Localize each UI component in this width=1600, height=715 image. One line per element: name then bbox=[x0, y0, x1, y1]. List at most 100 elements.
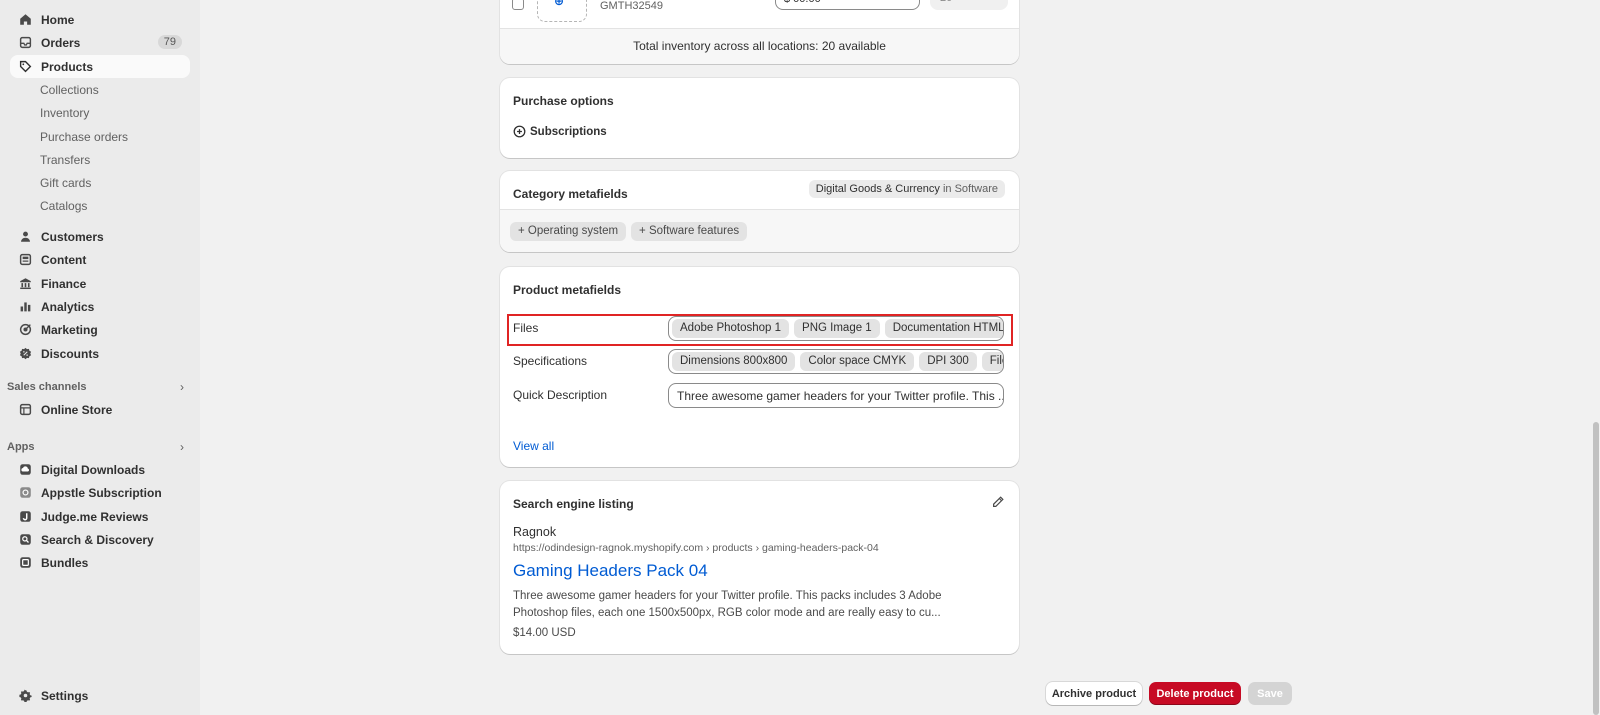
variant-checkbox[interactable] bbox=[512, 0, 524, 10]
purchase-options-title: Purchase options bbox=[513, 94, 614, 108]
nav-app-digital-downloads[interactable]: Digital Downloads bbox=[10, 458, 190, 481]
category-parent: in Software bbox=[939, 183, 998, 195]
bank-icon bbox=[18, 277, 32, 291]
nav-app-judgeme[interactable]: Judge.me Reviews bbox=[10, 505, 190, 528]
appstle-icon bbox=[18, 486, 32, 500]
nav-online-store-label: Online Store bbox=[41, 402, 113, 417]
nav-orders-label: Orders bbox=[41, 35, 81, 50]
nav-analytics-label: Analytics bbox=[41, 299, 95, 314]
nav-settings[interactable]: Settings bbox=[10, 684, 190, 707]
person-icon bbox=[18, 230, 32, 244]
content-icon bbox=[18, 253, 32, 267]
nav-app-appstle[interactable]: Appstle Subscription bbox=[10, 481, 190, 504]
chevron-right-icon[interactable]: › bbox=[180, 440, 184, 454]
add-image-icon: ⊕ bbox=[554, 0, 565, 8]
orders-count-badge: 79 bbox=[157, 35, 182, 49]
sidebar-item-catalogs[interactable]: Catalogs bbox=[40, 196, 87, 216]
nav-content-label: Content bbox=[41, 252, 87, 267]
nav-app-label: Appstle Subscription bbox=[41, 485, 162, 500]
spec-pill[interactable]: Color space CMYK bbox=[800, 352, 915, 371]
bar-chart-icon bbox=[18, 300, 32, 314]
nav-customers[interactable]: Customers bbox=[10, 225, 190, 248]
seo-title: Search engine listing bbox=[513, 497, 634, 511]
quick-description-label: Quick Description bbox=[513, 388, 608, 402]
nav-products-label: Products bbox=[41, 59, 94, 74]
category-badge: Digital Goods & Currency in Software bbox=[808, 180, 1005, 198]
chevron-right-icon[interactable]: › bbox=[180, 380, 184, 394]
seo-store-name: Ragnok bbox=[513, 525, 557, 539]
nav-app-search-discovery[interactable]: Search & Discovery bbox=[10, 528, 190, 551]
plus-icon: + bbox=[518, 225, 528, 237]
category-name: Digital Goods & Currency bbox=[815, 183, 940, 195]
sidebar-item-collections[interactable]: Collections bbox=[40, 80, 99, 100]
nav-app-label: Search & Discovery bbox=[41, 532, 154, 547]
metafield-row-quick-description: Quick Description Three awesome gamer he… bbox=[508, 381, 1011, 409]
specifications-label: Specifications bbox=[513, 354, 588, 368]
sidebar-item-transfers[interactable]: Transfers bbox=[40, 150, 90, 170]
seo-card: Search engine listing Ragnok https://odi… bbox=[500, 481, 1019, 654]
nav-app-label: Judge.me Reviews bbox=[41, 509, 149, 524]
nav-content[interactable]: Content bbox=[10, 248, 190, 271]
discount-icon bbox=[18, 347, 32, 361]
cloud-download-icon bbox=[18, 463, 32, 477]
specifications-field[interactable]: Dimensions 800x800 Color space CMYK DPI 30… bbox=[668, 349, 1004, 374]
sidebar-item-purchase-orders[interactable]: Purchase orders bbox=[40, 127, 128, 147]
category-metafields-title: Category metafields bbox=[513, 187, 628, 201]
nav-products[interactable]: Products bbox=[10, 55, 190, 78]
purchase-options-card: Purchase options Subscriptions bbox=[500, 78, 1019, 158]
spec-pill[interactable]: Dimensions 800x800 bbox=[672, 352, 796, 371]
sidebar-item-gift-cards[interactable]: Gift cards bbox=[40, 173, 91, 193]
nav-online-store[interactable]: Online Store bbox=[10, 398, 190, 421]
nav-marketing[interactable]: Marketing bbox=[10, 318, 190, 341]
product-metafields-card: Product metafields Files Adobe Photoshop… bbox=[500, 267, 1019, 467]
product-metafields-title: Product metafields bbox=[513, 283, 622, 297]
gear-icon bbox=[18, 689, 32, 703]
spec-pill[interactable]: DPI 300 bbox=[919, 352, 977, 371]
add-operating-system-button[interactable]: + Operating system bbox=[510, 222, 627, 241]
quick-description-field[interactable]: Three awesome gamer headers for your Twi… bbox=[668, 383, 1004, 408]
scrollbar-thumb[interactable] bbox=[1593, 422, 1599, 715]
subscriptions-button[interactable]: Subscriptions bbox=[513, 125, 607, 138]
plus-icon: + bbox=[639, 225, 649, 237]
archive-product-button[interactable]: Archive product bbox=[1046, 682, 1142, 705]
delete-product-button[interactable]: Delete product bbox=[1149, 682, 1241, 705]
tag-icon bbox=[18, 60, 32, 74]
nav-home[interactable]: Home bbox=[10, 8, 190, 31]
variant-price-input[interactable]: $ 00.00 bbox=[775, 0, 920, 10]
home-icon bbox=[18, 13, 32, 27]
save-button[interactable]: Save bbox=[1248, 682, 1292, 705]
total-inventory-text: Total inventory across all locations: 20… bbox=[500, 28, 1019, 64]
variant-qty-input[interactable]: 20 bbox=[930, 0, 1008, 10]
nav-settings-label: Settings bbox=[41, 688, 89, 703]
category-metafields-card: Category metafields Digital Goods & Curr… bbox=[500, 171, 1019, 252]
sales-channels-heading[interactable]: Sales channels bbox=[7, 381, 87, 393]
add-software-features-button[interactable]: + Software features bbox=[631, 222, 748, 241]
view-all-link[interactable]: View all bbox=[513, 439, 554, 453]
pencil-icon[interactable] bbox=[991, 495, 1005, 509]
subscriptions-label: Subscriptions bbox=[530, 125, 607, 138]
nav-app-bundles[interactable]: Bundles bbox=[10, 551, 190, 574]
category-metafield-pills: + Operating system + Software features bbox=[510, 222, 752, 241]
nav-orders[interactable]: Orders 79 bbox=[10, 31, 190, 54]
sidebar: Home Orders 79 Products Collections Inve… bbox=[0, 0, 200, 715]
store-icon bbox=[18, 403, 32, 417]
nav-marketing-label: Marketing bbox=[41, 322, 98, 337]
target-icon bbox=[18, 323, 32, 337]
seo-description: Three awesome gamer headers for your Twi… bbox=[513, 590, 942, 619]
files-row-highlight bbox=[507, 314, 1013, 346]
sidebar-item-inventory[interactable]: Inventory bbox=[40, 103, 89, 123]
variants-card: ⊕ GMTH32549 $ 00.00 20 Total inventory a… bbox=[500, 0, 1019, 64]
search-icon bbox=[18, 533, 32, 547]
nav-discounts[interactable]: Discounts bbox=[10, 342, 190, 365]
seo-url: https://odindesign-ragnok.myshopify.com … bbox=[513, 542, 879, 554]
seo-page-title[interactable]: Gaming Headers Pack 04 bbox=[513, 561, 708, 581]
nav-discounts-label: Discounts bbox=[41, 346, 100, 361]
nav-analytics[interactable]: Analytics bbox=[10, 295, 190, 318]
nav-finance[interactable]: Finance bbox=[10, 272, 190, 295]
nav-finance-label: Finance bbox=[41, 276, 87, 291]
metafield-row-specifications: Specifications Dimensions 800x800 Color s… bbox=[508, 347, 1011, 375]
apps-heading[interactable]: Apps bbox=[7, 441, 35, 453]
spec-pill[interactable]: File Type bbox=[981, 352, 1003, 371]
nav-customers-label: Customers bbox=[41, 229, 104, 244]
variant-image-upload[interactable]: ⊕ bbox=[537, 0, 587, 22]
